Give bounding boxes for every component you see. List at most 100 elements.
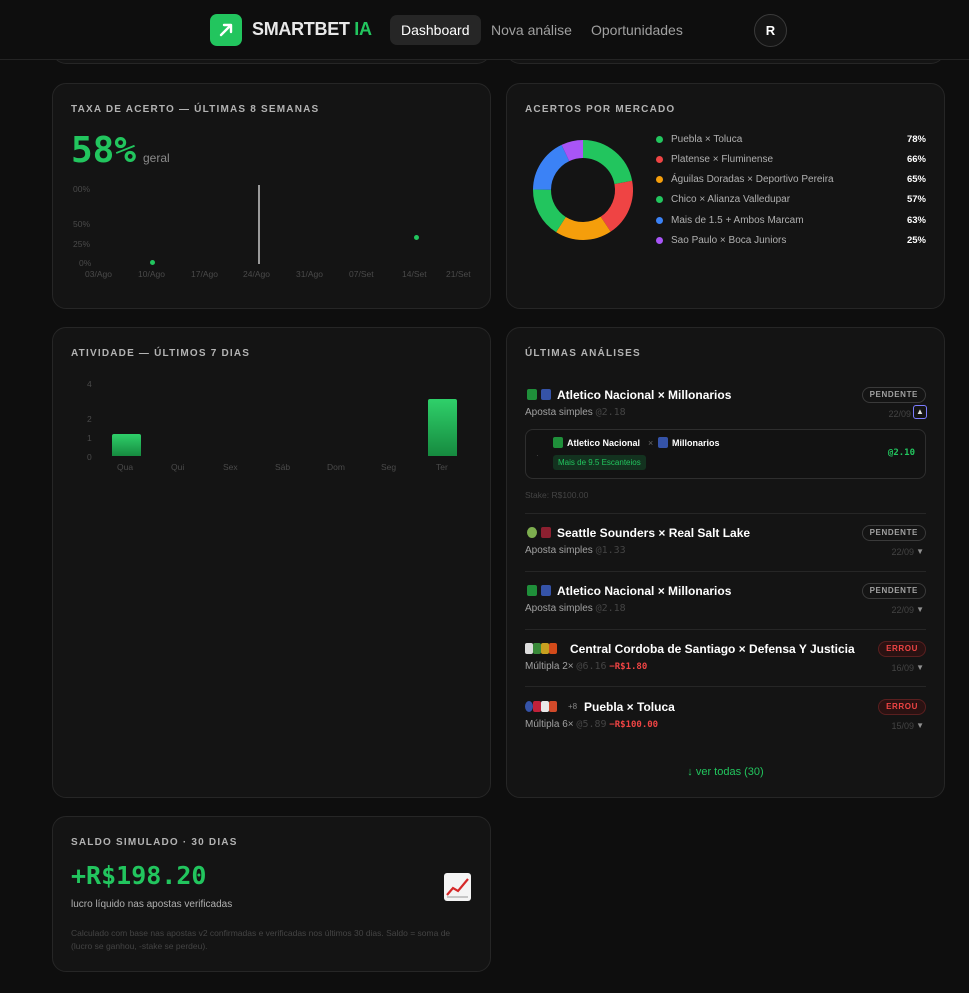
analysis-date: 22/09 (891, 605, 914, 615)
donut-slice[interactable] (582, 140, 633, 185)
hit-rate-title: TAXA DE ACERTO — ÚLTIMAS 8 SEMANAS (71, 104, 320, 115)
analyses-card: ÚLTIMAS ANÁLISES Atletico Nacional × Mil… (506, 327, 945, 798)
balance-note: Calculado com base nas apostas v2 confir… (71, 928, 451, 951)
activity-bar[interactable] (112, 434, 141, 456)
team-crest-icon (533, 643, 541, 654)
team-crest-icon (527, 389, 537, 400)
chevron-down-icon[interactable]: ▼ (916, 547, 924, 556)
top-nav-bar: SMARTBET IA Dashboard Nova análise Oport… (0, 0, 969, 60)
x-tick: 17/Ago (191, 269, 218, 279)
analyses-title: ÚLTIMAS ANÁLISES (525, 348, 641, 359)
legend-label: Puebla × Toluca (671, 134, 743, 145)
expanded-bet-detail: · Atletico Nacional × Millonarios Mais d… (525, 429, 926, 479)
analysis-odd: @2.18 (595, 407, 626, 418)
team-crest-icon (541, 643, 549, 654)
x-tick: Ter (436, 462, 448, 472)
analysis-item[interactable]: Atletico Nacional × Millonarios Aposta s… (507, 582, 944, 618)
arrow-up-right-icon (219, 23, 233, 37)
team-crest-icon (541, 389, 551, 400)
divider (525, 629, 926, 630)
analysis-item[interactable]: +8 Puebla × Toluca Múltipla 6× @5.89 −R$… (507, 698, 944, 734)
hit-rate-suffix: geral (143, 151, 170, 165)
balance-title: SALDO SIMULADO · 30 DIAS (71, 837, 238, 848)
analysis-sub: Aposta simples @1.33 (525, 545, 626, 556)
donut-slice[interactable] (600, 180, 633, 232)
legend-label: Mais de 1.5 + Ambos Marcam (671, 215, 804, 226)
legend-pct: 65% (906, 174, 926, 185)
nav-nova-analise[interactable]: Nova análise (480, 15, 583, 45)
away-team: Millonarios (672, 438, 720, 448)
activity-card: ATIVIDADE — ÚLTIMOS 7 DIAS 4 2 1 0 Qua Q… (52, 327, 491, 798)
legend-item: Platense × Fluminense 66% (656, 153, 926, 169)
home-team: Atletico Nacional (567, 438, 641, 448)
x-tick: Qua (117, 462, 134, 472)
analysis-sub: Múltipla 2× @6.16 −R$1.80 (525, 661, 647, 672)
divider (525, 571, 926, 572)
nav-dashboard[interactable]: Dashboard (390, 15, 481, 45)
x-tick: 10/Ago (138, 269, 165, 279)
x-tick: 07/Set (349, 269, 374, 279)
legend-item: Sao Paulo × Boca Juniors 25% (656, 234, 926, 250)
team-crest-icon (553, 437, 563, 448)
analysis-date: 22/09 (891, 547, 914, 557)
team-crest-icon (525, 701, 533, 712)
y-tick: 00% (73, 184, 91, 194)
team-crest-icon (527, 527, 537, 538)
donut-slice[interactable] (533, 144, 570, 191)
balance-card: SALDO SIMULADO · 30 DIAS +R$198.20 lucro… (52, 816, 491, 972)
analysis-item[interactable]: Atletico Nacional × Millonarios Aposta s… (507, 386, 944, 419)
analysis-item[interactable]: Central Cordoba de Santiago × Defensa Y … (507, 640, 944, 676)
chevron-down-icon[interactable]: ▼ (916, 663, 924, 672)
analysis-type: Aposta simples (525, 603, 593, 614)
markets-card: ACERTOS POR MERCADO Puebla × Toluca 78% P… (506, 83, 945, 309)
logo[interactable] (210, 14, 242, 46)
analysis-sub: Aposta simples @2.18 (525, 407, 626, 418)
see-all-link[interactable]: ↓ ver todas (30) (507, 766, 944, 778)
team-crest-icon (525, 643, 533, 654)
donut-slice[interactable] (561, 140, 584, 162)
y-tick: 1 (87, 433, 92, 443)
analysis-title: Atletico Nacional × Millonarios (557, 388, 732, 402)
collapse-toggle-icon[interactable]: ▲ (913, 405, 927, 419)
y-tick: 4 (87, 379, 92, 389)
x-tick: Sex (223, 462, 238, 472)
legend-item: Chico × Alianza Valledupar 57% (656, 193, 926, 209)
legend-item: Mais de 1.5 + Ambos Marcam 63% (656, 214, 926, 230)
x-tick: 21/Set (446, 269, 471, 279)
y-tick: 2 (87, 414, 92, 424)
balance-value: +R$198.20 (71, 861, 207, 890)
y-tick: 0 (87, 452, 92, 462)
analysis-loss: −R$100.00 (609, 720, 659, 730)
chevron-down-icon[interactable]: ▼ (916, 721, 924, 730)
more-teams-count: +8 (568, 702, 578, 711)
legend-dot (656, 217, 663, 224)
team-crest-icon (533, 701, 541, 712)
hover-crosshair (258, 185, 260, 264)
status-badge: PENDENTE (861, 525, 926, 541)
analysis-title: Atletico Nacional × Millonarios (557, 584, 732, 598)
analysis-type: Múltipla 2× (525, 661, 574, 672)
legend-pct: 63% (906, 215, 926, 226)
data-point[interactable] (150, 260, 155, 265)
team-crest-icon (549, 701, 557, 712)
chevron-down-icon[interactable]: ▼ (916, 605, 924, 614)
legend-label: Sao Paulo × Boca Juniors (671, 235, 787, 246)
y-tick: 25% (73, 239, 91, 249)
nav-oportunidades[interactable]: Oportunidades (580, 15, 694, 45)
legend-label: Platense × Fluminense (671, 154, 774, 165)
team-crest-icon (658, 437, 668, 448)
activity-bar[interactable] (428, 398, 457, 456)
donut-slice[interactable] (533, 189, 567, 233)
donut-slice[interactable] (556, 216, 611, 240)
legend-dot (656, 176, 663, 183)
user-avatar[interactable]: R (754, 14, 787, 47)
analysis-item[interactable]: Seattle Sounders × Real Salt Lake Aposta… (507, 524, 944, 560)
analysis-sub: Aposta simples @2.18 (525, 603, 626, 614)
x-tick: 31/Ago (296, 269, 323, 279)
status-badge: ERROU (878, 699, 926, 715)
analysis-title: Puebla × Toluca (584, 700, 675, 714)
data-point[interactable] (414, 235, 419, 240)
analysis-title: Seattle Sounders × Real Salt Lake (557, 526, 751, 540)
markets-title: ACERTOS POR MERCADO (525, 104, 676, 115)
divider (525, 686, 926, 687)
